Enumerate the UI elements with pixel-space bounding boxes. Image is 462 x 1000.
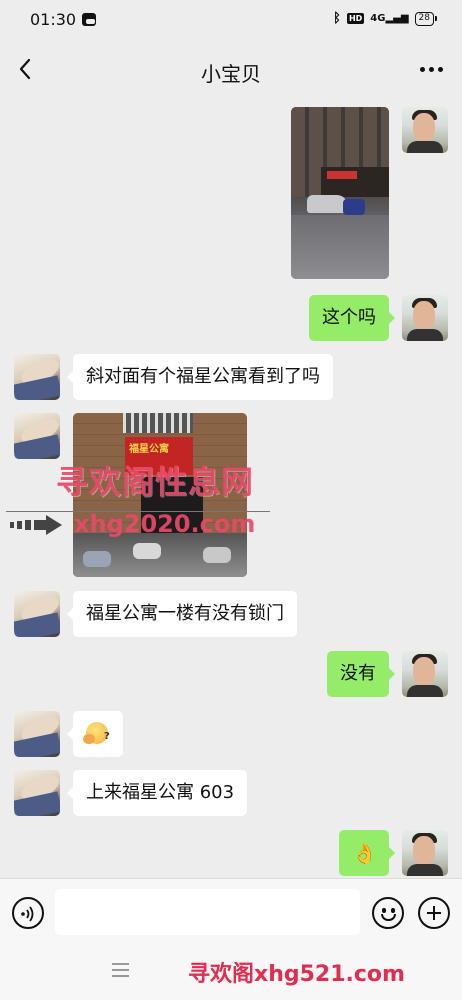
- message-bubble-out[interactable]: 没有: [327, 651, 395, 697]
- bluetooth-icon: ᛒ: [333, 11, 341, 26]
- message-image-apartment[interactable]: 福星公寓: [73, 413, 247, 577]
- network-type: 4G: [370, 13, 386, 24]
- avatar-contact[interactable]: [14, 591, 60, 637]
- battery-level: 28: [418, 12, 430, 23]
- status-indicators: ᛒ HD 4G▂▄▆ 28: [333, 11, 438, 26]
- emoji-icon[interactable]: [372, 897, 404, 929]
- status-time: 01:30: [30, 10, 77, 29]
- message-bubble-in[interactable]: 上来福星公寓 603: [66, 770, 248, 816]
- menu-icon[interactable]: [112, 963, 129, 979]
- avatar-contact[interactable]: [14, 770, 60, 816]
- nav-bar: 小宝贝: [0, 40, 462, 100]
- hd-badge: HD: [346, 13, 365, 24]
- chat-area[interactable]: 这个吗 斜对面有个福星公寓看到了吗 福星公寓 福星公寓一楼有没有锁门 没有 上来…: [0, 100, 462, 878]
- apartment-sign-text: 福星公寓: [129, 444, 169, 455]
- signal-icon: 4G▂▄▆: [370, 13, 409, 24]
- voice-input-icon[interactable]: [12, 897, 44, 929]
- avatar-me[interactable]: [402, 830, 448, 876]
- status-bar: 01:30 ᛒ HD 4G▂▄▆ 28: [0, 0, 462, 40]
- message-bubble-in[interactable]: 福星公寓一楼有没有锁门: [67, 591, 297, 637]
- avatar-contact[interactable]: [14, 354, 60, 400]
- message-bubble-in[interactable]: 斜对面有个福星公寓看到了吗: [67, 354, 333, 400]
- avatar-contact[interactable]: [14, 413, 60, 459]
- message-sticker-in[interactable]: [67, 711, 123, 760]
- message-image-street[interactable]: [291, 107, 389, 279]
- notification-icon: [82, 13, 96, 26]
- chat-title: 小宝贝: [201, 62, 261, 86]
- battery-icon: 28: [414, 11, 438, 26]
- input-bar: [0, 878, 462, 946]
- message-bubble-out[interactable]: 这个吗: [309, 295, 395, 341]
- avatar-me[interactable]: [402, 651, 448, 697]
- plus-icon[interactable]: [418, 897, 450, 929]
- ok-hand-icon: 👌: [352, 841, 377, 865]
- message-input[interactable]: [55, 889, 360, 935]
- watermark-bottom: 寻欢阁xhg521.com: [188, 962, 405, 987]
- avatar-me[interactable]: [402, 295, 448, 341]
- thinking-face-icon: [83, 714, 110, 760]
- avatar-contact[interactable]: [14, 711, 60, 757]
- message-sticker-out[interactable]: 👌: [339, 830, 395, 876]
- avatar-me[interactable]: [402, 107, 448, 153]
- more-icon[interactable]: [416, 54, 446, 84]
- system-nav-bar: 寻欢阁xhg521.com: [0, 946, 462, 1000]
